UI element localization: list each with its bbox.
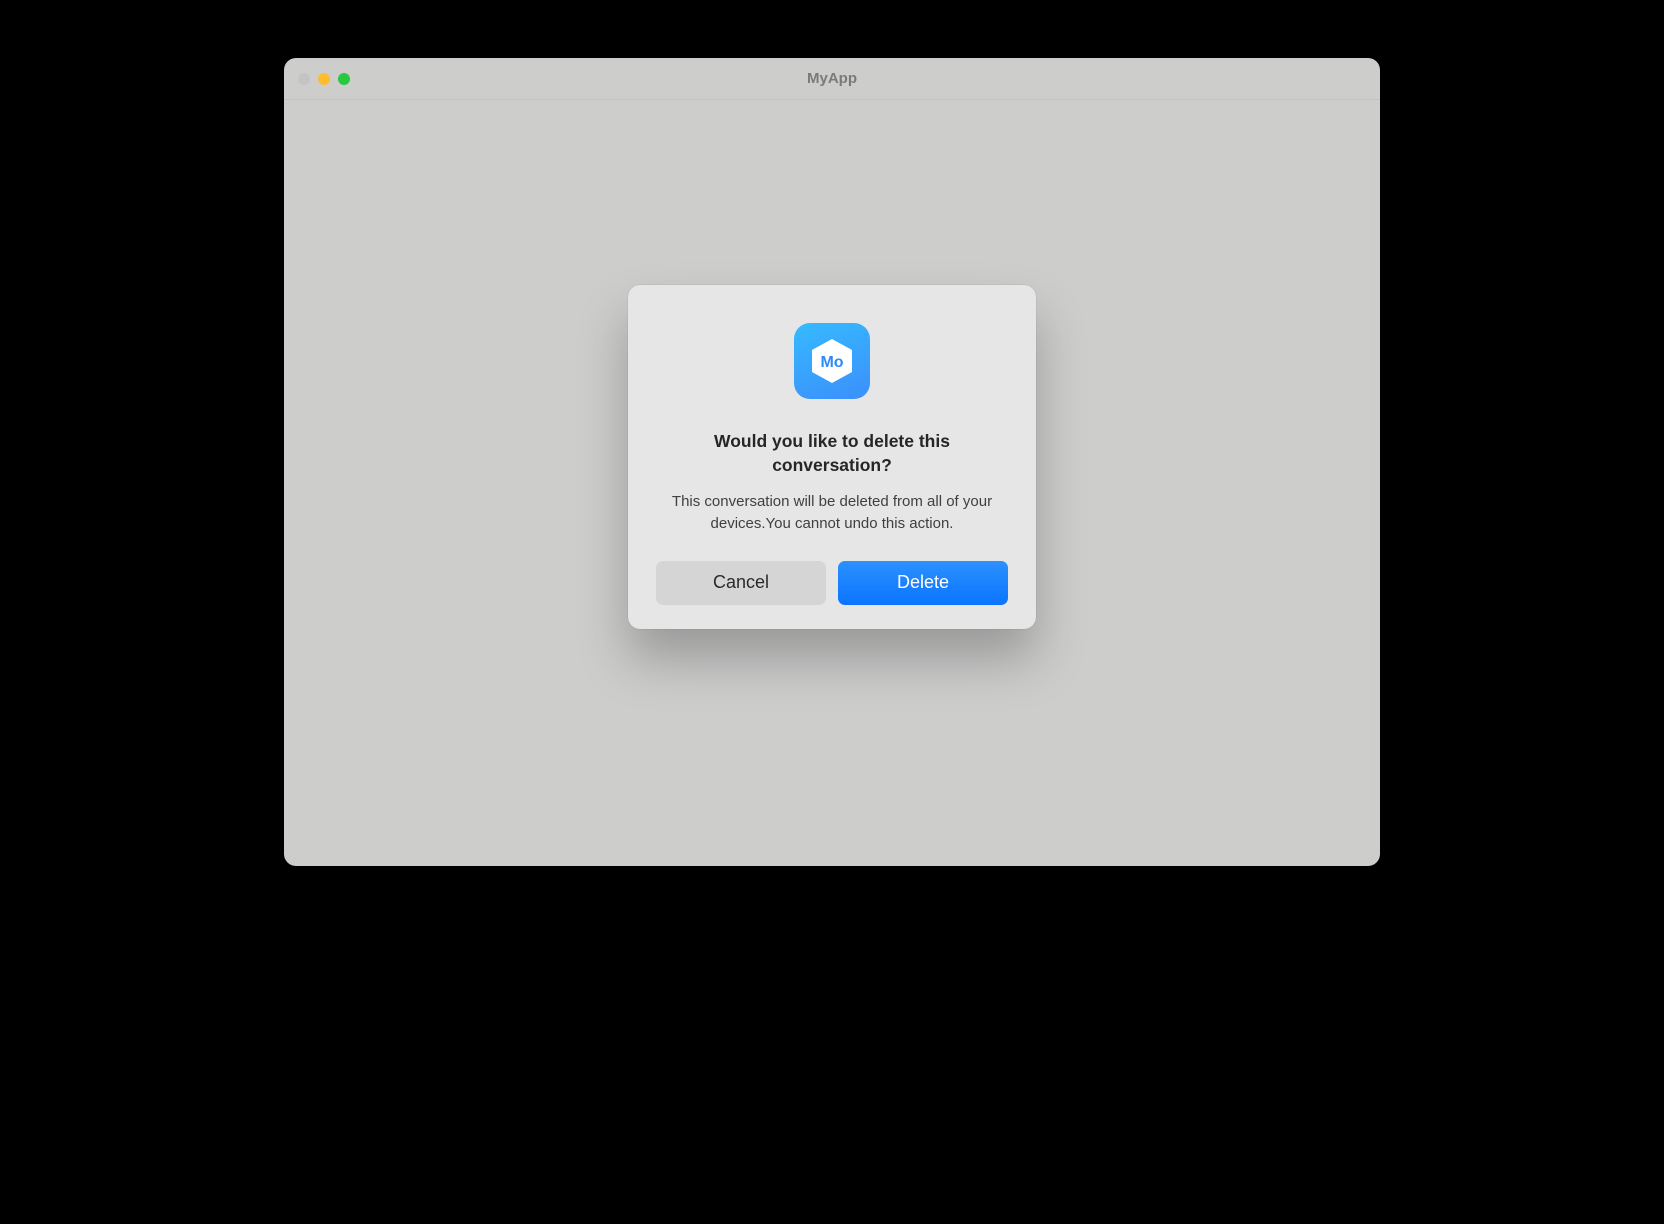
dialog-title: Would you like to delete this conversati…: [656, 429, 1008, 477]
confirmation-dialog: Mo Would you like to delete this convers…: [628, 285, 1036, 629]
window-title: MyApp: [807, 70, 857, 87]
app-icon-label: Mo: [820, 354, 843, 371]
app-icon: Mo: [794, 323, 870, 399]
minimize-window-button[interactable]: [318, 73, 330, 85]
close-window-button[interactable]: [298, 73, 310, 85]
delete-button[interactable]: Delete: [838, 561, 1008, 605]
cancel-button[interactable]: Cancel: [656, 561, 826, 605]
window-body: Mo Would you like to delete this convers…: [284, 100, 1380, 866]
app-window: MyApp Mo Would you like to delete this c…: [284, 58, 1380, 866]
traffic-lights: [298, 73, 350, 85]
app-icon-hexagon: Mo: [808, 337, 856, 385]
titlebar: MyApp: [284, 58, 1380, 100]
maximize-window-button[interactable]: [338, 73, 350, 85]
dialog-description: This conversation will be deleted from a…: [656, 491, 1008, 535]
dialog-button-row: Cancel Delete: [656, 561, 1008, 605]
